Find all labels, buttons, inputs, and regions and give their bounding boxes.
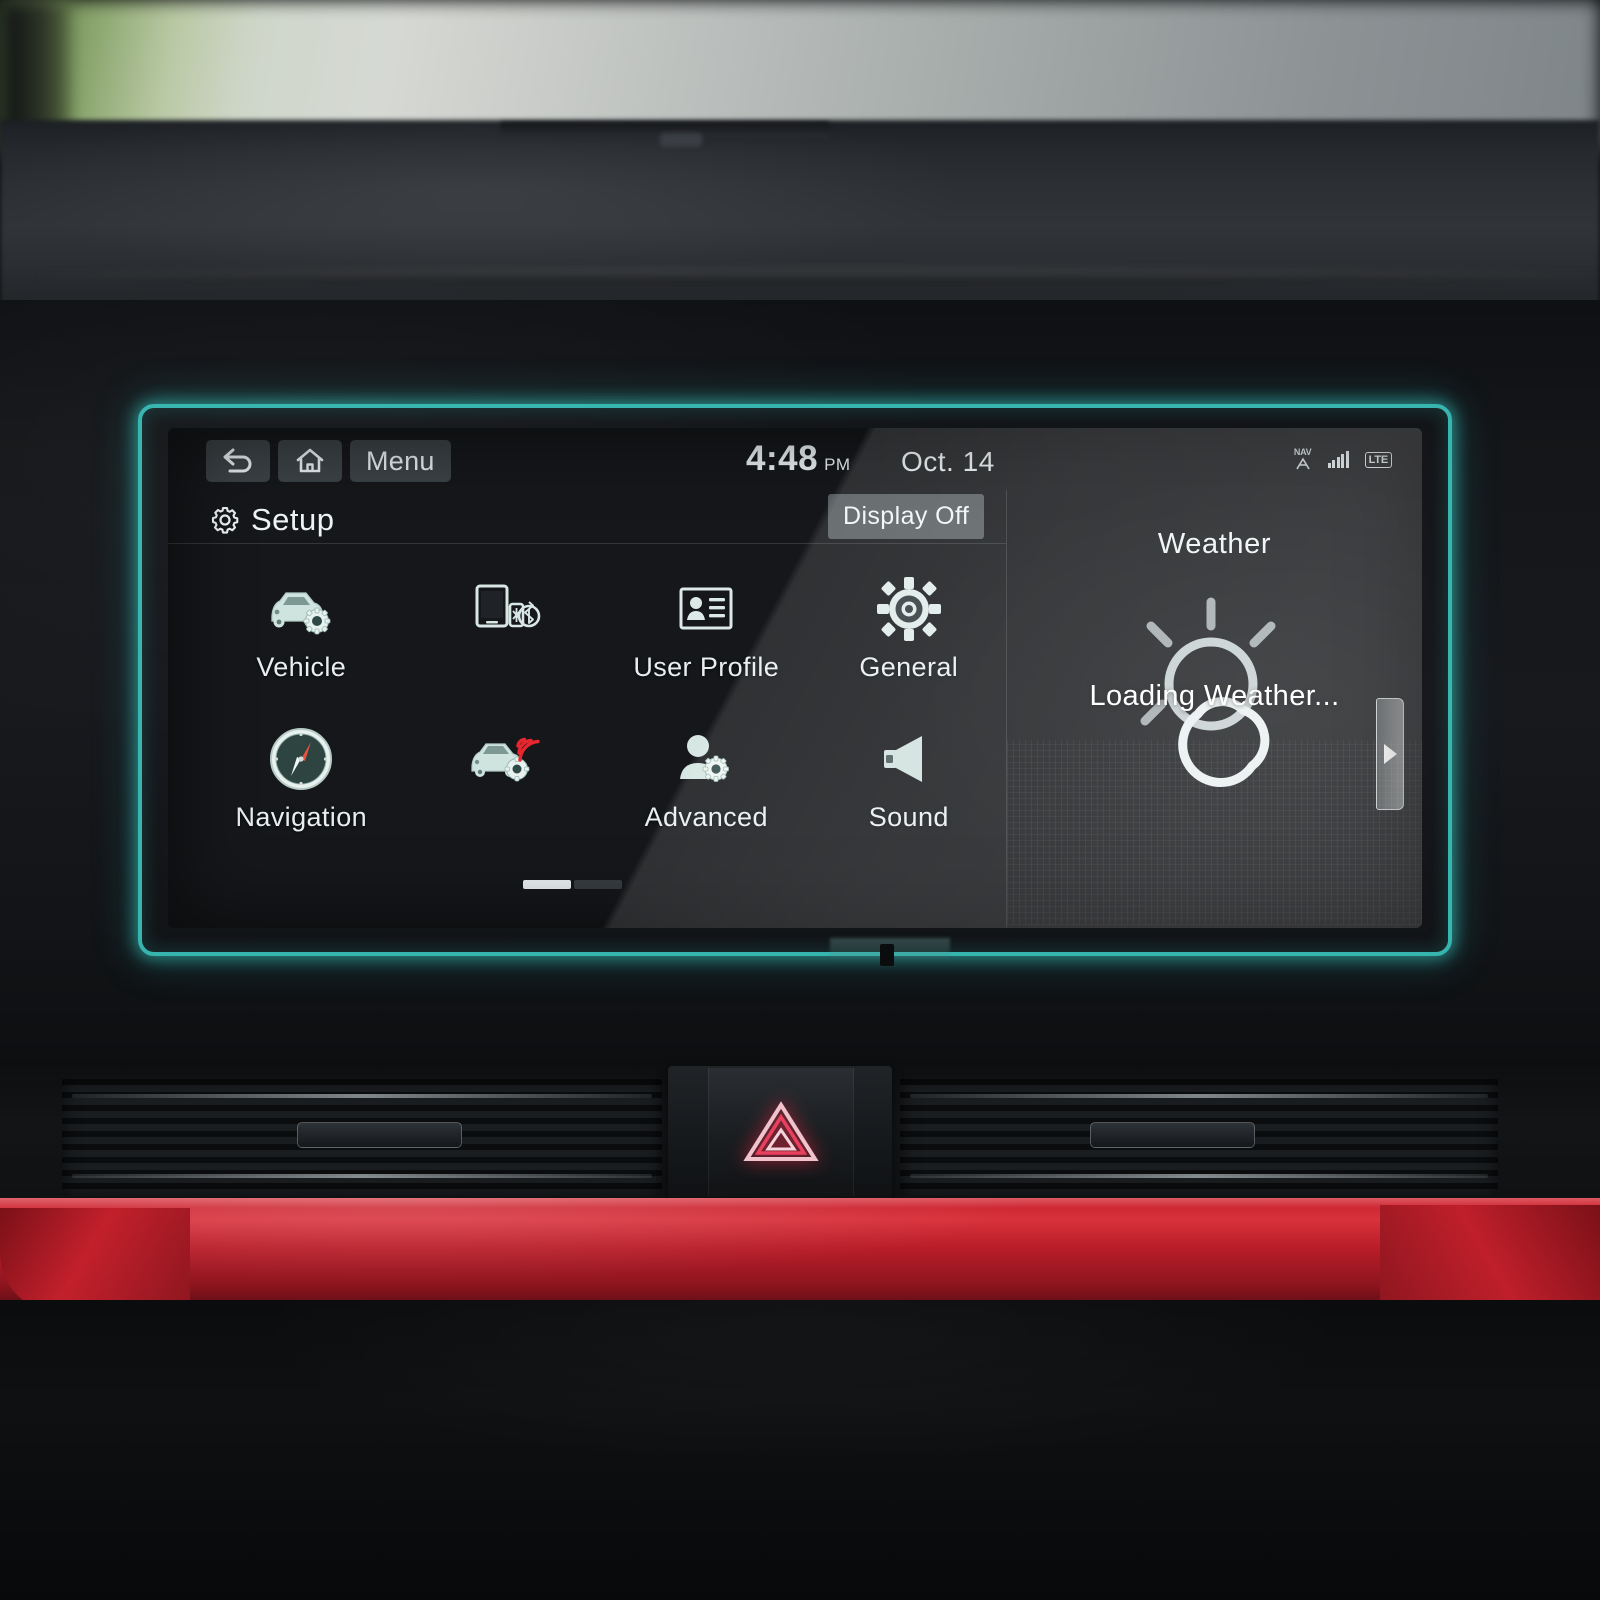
gear-icon (211, 506, 239, 534)
status-bar: Menu 4:48 PM Oct. 14 NAV LTE (168, 428, 1422, 490)
weather-status-text: Loading Weather... (1089, 680, 1340, 712)
setup-item-label: User Profile (633, 652, 780, 682)
back-button[interactable] (206, 440, 270, 482)
red-trim-right (1380, 1205, 1600, 1315)
vent-slider[interactable] (297, 1122, 462, 1148)
air-vent-left[interactable] (62, 1078, 662, 1196)
clock: 4:48 PM (746, 439, 851, 479)
vent-rail (72, 1094, 652, 1098)
user-card-icon (669, 574, 743, 644)
hardware-control-panel: PWR VOL ENTER TUNE FILE MAP NAV ★ ❮ (0, 1300, 1600, 1600)
speaker-icon (876, 724, 942, 794)
page-dot[interactable] (574, 880, 622, 889)
infotainment-display[interactable]: Menu 4:48 PM Oct. 14 NAV LTE Setup Displ… (168, 428, 1422, 928)
vent-rail (910, 1174, 1488, 1178)
home-icon (296, 448, 324, 473)
setup-item-label: Advanced (644, 802, 768, 832)
setup-item-advanced[interactable]: Advanced (605, 718, 808, 868)
defroster-nub (660, 133, 702, 147)
vent-rail (910, 1094, 1488, 1098)
compass-icon (267, 724, 335, 794)
date-display: Oct. 14 (901, 446, 995, 477)
nav-status-icon: NAV (1294, 448, 1312, 471)
back-arrow-icon (223, 448, 252, 473)
display-off-label: Display Off (843, 502, 970, 530)
clock-ampm: PM (824, 455, 851, 474)
satellite-icon (1295, 457, 1310, 470)
device-bluetooth-icon (467, 574, 541, 644)
weather-widget-title: Weather (1157, 528, 1272, 560)
setup-item-label: Navigation (235, 802, 368, 832)
setup-item-user-profile[interactable]: User Profile (605, 568, 808, 718)
setup-item-vehicle[interactable]: Vehicle (200, 568, 403, 718)
hazard-triangle-icon (743, 1101, 819, 1161)
setup-item-label: General (859, 652, 959, 682)
screen-protector-notch (880, 944, 894, 966)
page-title: Setup (210, 502, 335, 538)
air-vent-right[interactable] (900, 1078, 1498, 1196)
dashboard-seam (40, 268, 1600, 284)
person-gear-icon (670, 724, 742, 794)
menu-button[interactable]: Menu (350, 440, 451, 482)
setup-item-navigation[interactable]: Navigation (200, 718, 403, 868)
nav-button-group: Menu (206, 440, 451, 482)
menu-button-label: Menu (366, 445, 435, 476)
vent-slider[interactable] (1090, 1122, 1255, 1148)
page-indicator[interactable] (523, 880, 622, 889)
nav-status-label: NAV (1293, 447, 1312, 457)
setup-item-sound[interactable]: Sound (808, 718, 1011, 868)
weather-next-button[interactable] (1376, 698, 1404, 810)
vent-rail (72, 1174, 652, 1178)
weather-widget[interactable]: Weather Loading Weather... (1006, 490, 1422, 928)
car-gear-icon (264, 574, 338, 644)
status-icon-group: NAV LTE (1294, 448, 1392, 471)
red-trim-left (0, 1208, 190, 1313)
setup-item-connected-services[interactable] (403, 718, 606, 868)
page-title-text: Setup (251, 502, 335, 537)
clock-time: 4:48 (746, 439, 819, 478)
car-infotainment-screenshot: Menu 4:48 PM Oct. 14 NAV LTE Setup Displ… (0, 0, 1600, 1600)
signal-bars-icon (1327, 451, 1349, 468)
hazard-button[interactable] (708, 1068, 854, 1196)
setup-item-label: Vehicle (256, 652, 347, 682)
setup-item-label: Sound (868, 802, 949, 832)
connected-car-icon (466, 724, 542, 794)
display-off-button[interactable]: Display Off (828, 494, 985, 539)
page-dot-active[interactable] (523, 880, 571, 889)
gear-icon (874, 574, 944, 644)
setup-item-device-connections[interactable] (403, 568, 606, 718)
network-type-badge: LTE (1364, 451, 1392, 468)
home-button[interactable] (278, 440, 342, 482)
chevron-right-icon (1383, 744, 1397, 764)
setup-item-general[interactable]: General (808, 568, 1011, 718)
setup-menu-grid: Vehicle User Profile General Navigation … (200, 568, 1010, 868)
